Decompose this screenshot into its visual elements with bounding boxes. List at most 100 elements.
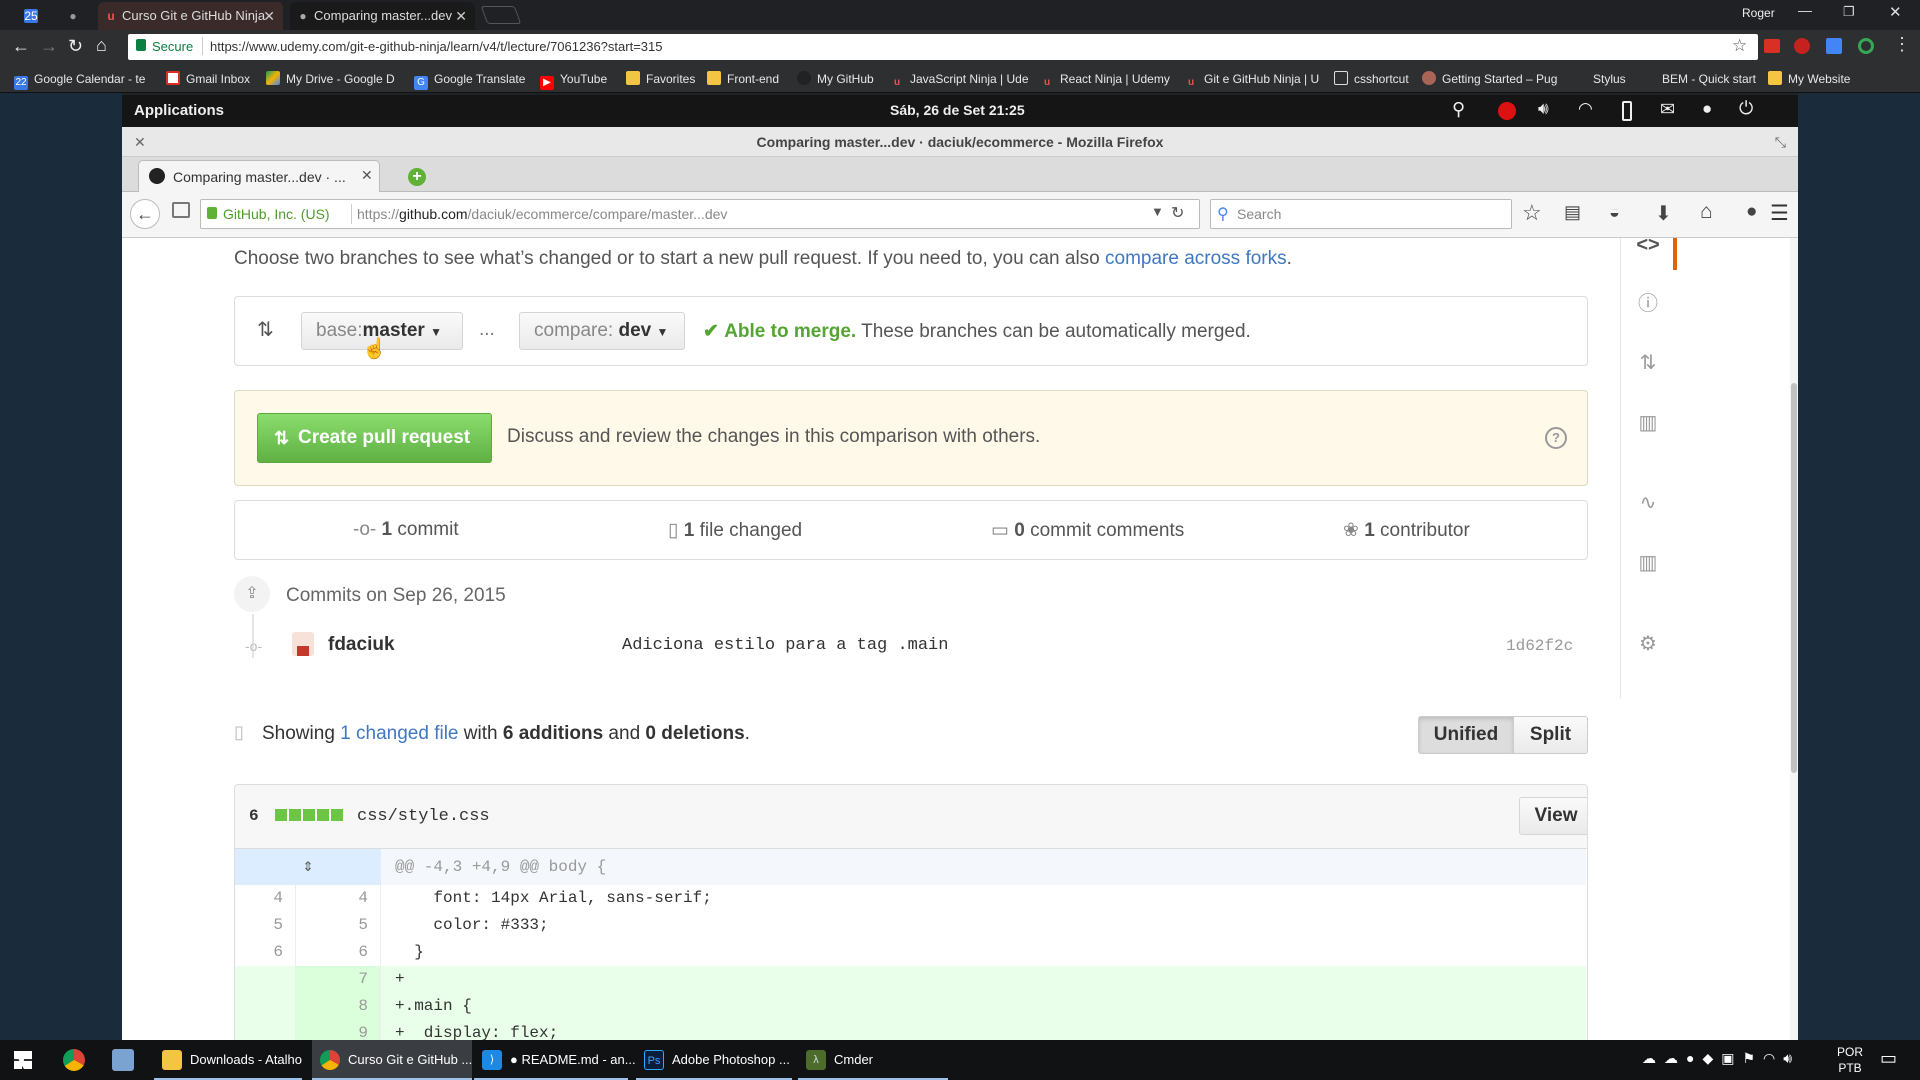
split-view-button[interactable]: Split <box>1513 716 1588 754</box>
close-tab-icon[interactable]: ✕ <box>455 2 467 30</box>
hamburger-menu-icon[interactable]: ☰ <box>1770 201 1789 226</box>
new-line-number[interactable]: 7 <box>295 966 381 993</box>
home-icon[interactable]: ⌂ <box>1700 200 1713 224</box>
bookmark-react-ninja[interactable]: u React Ninja | Udemy <box>1040 70 1170 88</box>
translate-extension-icon[interactable] <box>1826 38 1842 54</box>
dropdown-icon[interactable]: ▼ <box>1151 204 1164 219</box>
old-line-number[interactable]: 4 <box>235 885 295 912</box>
bookmark-google-calendar[interactable]: 22 Google Calendar - te <box>14 70 145 90</box>
download-icon[interactable]: ⬇ <box>1655 201 1672 226</box>
search-icon[interactable]: ⚲ <box>1452 99 1465 120</box>
omnibox[interactable]: Secure https://www.udemy.com/git-e-githu… <box>128 34 1758 60</box>
forward-icon[interactable]: → <box>40 36 58 57</box>
back-icon[interactable]: ← <box>12 36 30 57</box>
battery-icon[interactable] <box>1622 101 1632 121</box>
create-pull-request-button[interactable]: ⇅ Create pull request <box>257 413 492 463</box>
gmail-extension-icon[interactable] <box>1764 39 1780 53</box>
close-window-icon[interactable]: ✕ <box>134 127 146 157</box>
maximize-icon[interactable]: ⤡ <box>1775 127 1786 157</box>
url-bar[interactable]: GitHub, Inc. (US) https://github.com/dac… <box>200 199 1200 229</box>
tab-udemy-course[interactable]: u Curso Git e GitHub Ninja ✕ <box>98 2 283 30</box>
code-icon[interactable]: <> <box>1635 238 1661 258</box>
home-icon[interactable]: ⌂ <box>96 35 107 56</box>
issues-icon[interactable]: ⓘ <box>1635 291 1661 317</box>
close-tab-icon[interactable]: ✕ <box>263 2 275 30</box>
bookmark-folder-favorites[interactable]: Favorites <box>626 70 695 88</box>
bookmark-google-drive[interactable]: My Drive - Google D <box>266 70 395 88</box>
bookmark-gmail[interactable]: Gmail Inbox <box>166 70 250 88</box>
bookmark-star-icon[interactable]: ☆ <box>1732 36 1747 56</box>
commit-author[interactable]: fdaciuk <box>328 634 395 656</box>
taskbar-item-chrome[interactable]: Curso Git e GitHub ... <box>312 1040 472 1080</box>
pocket-icon[interactable]: ◒ <box>1609 202 1620 223</box>
new-tab-icon[interactable]: + <box>408 168 426 186</box>
commit-sha[interactable]: 1d62f2c <box>1506 637 1573 655</box>
extension-red-icon[interactable] <box>1794 38 1810 54</box>
bookmarks-list-icon[interactable]: ▤ <box>1564 202 1581 223</box>
scrollbar-track[interactable] <box>1790 238 1798 1040</box>
pulse-icon[interactable]: ∿ <box>1635 490 1661 516</box>
bookmark-git-github-ninja[interactable]: u Git e GitHub Ninja | U <box>1184 70 1319 88</box>
bookmark-folder-my-website[interactable]: My Website <box>1768 70 1850 88</box>
close-tab-icon[interactable]: ✕ <box>361 167 373 184</box>
new-line-number[interactable]: 9 <box>295 1020 381 1040</box>
site-identity[interactable]: GitHub, Inc. (US) <box>223 206 330 222</box>
tab-github-compare[interactable]: ● Comparing master...dev ✕ <box>290 2 475 30</box>
applications-menu[interactable]: Applications <box>134 102 224 119</box>
back-icon[interactable]: ← <box>130 199 160 229</box>
search-engine-icon[interactable]: ⚲ <box>1217 204 1229 224</box>
record-icon[interactable] <box>1498 102 1516 120</box>
notifications-icon[interactable]: ▭ <box>1880 1048 1897 1069</box>
avatar[interactable] <box>292 632 314 656</box>
taskbar-item-cmder[interactable]: λ Cmder <box>798 1040 948 1080</box>
settings-gear-icon[interactable]: ⚙ <box>1635 631 1661 657</box>
help-icon[interactable]: ? <box>1545 427 1567 449</box>
chrome-taskbar-icon[interactable] <box>63 1049 85 1071</box>
stat-commits[interactable]: -o- 1 commit <box>353 519 459 541</box>
bookmark-google-translate[interactable]: G Google Translate <box>414 70 525 90</box>
tab-compare[interactable]: Comparing master...dev · ... ✕ <box>138 160 380 193</box>
bookmark-star-icon[interactable]: ☆ <box>1522 200 1542 226</box>
extension-green-icon[interactable] <box>1858 38 1874 54</box>
file-path[interactable]: css/style.css <box>357 807 490 826</box>
search-box[interactable]: ⚲ Search <box>1210 199 1512 229</box>
notepad-taskbar-icon[interactable] <box>112 1049 134 1071</box>
pull-request-icon[interactable]: ⇅ <box>1635 350 1661 376</box>
stat-contributors[interactable]: ❀ 1 contributor <box>1343 519 1470 542</box>
bookmark-youtube[interactable]: ▶ YouTube <box>540 70 607 90</box>
reload-icon[interactable]: ↻ <box>68 36 83 57</box>
graphs-icon[interactable]: ▥ <box>1635 550 1661 576</box>
new-line-number[interactable]: 5 <box>295 912 381 939</box>
power-icon[interactable]: ⏻ <box>1739 98 1753 119</box>
unified-view-button[interactable]: Unified <box>1418 716 1514 754</box>
close-window-icon[interactable]: ✕ <box>1889 3 1902 21</box>
pinned-tab-github[interactable]: ● <box>52 2 94 30</box>
bookmark-csshortcut[interactable]: csshortcut <box>1334 70 1409 88</box>
volume-icon[interactable]: 🔊︎ <box>1538 99 1549 119</box>
minimize-icon[interactable]: — <box>1798 2 1812 18</box>
input-language[interactable]: POR PTB <box>1837 1044 1863 1076</box>
panel-clock[interactable]: Sáb, 26 de Set 21:25 <box>890 102 1025 118</box>
wifi-icon[interactable]: ◠ <box>1578 99 1593 119</box>
pinned-tab-calendar[interactable]: 25 <box>10 2 52 30</box>
wiki-icon[interactable]: ▥ <box>1635 410 1661 436</box>
bookmark-pug[interactable]: Getting Started – Pug <box>1422 70 1557 88</box>
view-file-button[interactable]: View <box>1519 797 1587 835</box>
compare-branch-select[interactable]: compare: dev ▼ <box>519 312 685 350</box>
new-line-number[interactable]: 8 <box>295 993 381 1020</box>
reload-icon[interactable]: ↻ <box>1171 203 1184 223</box>
windows-start-icon[interactable] <box>14 1051 32 1069</box>
chrome-menu-icon[interactable]: ⋮ <box>1893 34 1911 55</box>
bookmark-javascript-ninja[interactable]: u JavaScript Ninja | Ude <box>890 70 1029 88</box>
old-line-number[interactable]: 5 <box>235 912 295 939</box>
bookmark-stylus[interactable]: Stylus <box>1573 70 1626 88</box>
user-icon[interactable]: ● <box>1702 99 1712 119</box>
old-line-number[interactable]: 6 <box>235 939 295 966</box>
bookmark-folder-frontend[interactable]: Front-end <box>707 70 779 88</box>
compare-forks-link[interactable]: compare across forks <box>1105 248 1287 269</box>
expand-icon[interactable]: ⇕ <box>235 849 381 885</box>
stat-comments[interactable]: ▭ 0 commit comments <box>991 519 1184 542</box>
commit-message[interactable]: Adiciona estilo para a tag .main <box>622 636 948 655</box>
new-line-number[interactable]: 4 <box>295 885 381 912</box>
scrollbar-thumb[interactable] <box>1791 383 1797 773</box>
